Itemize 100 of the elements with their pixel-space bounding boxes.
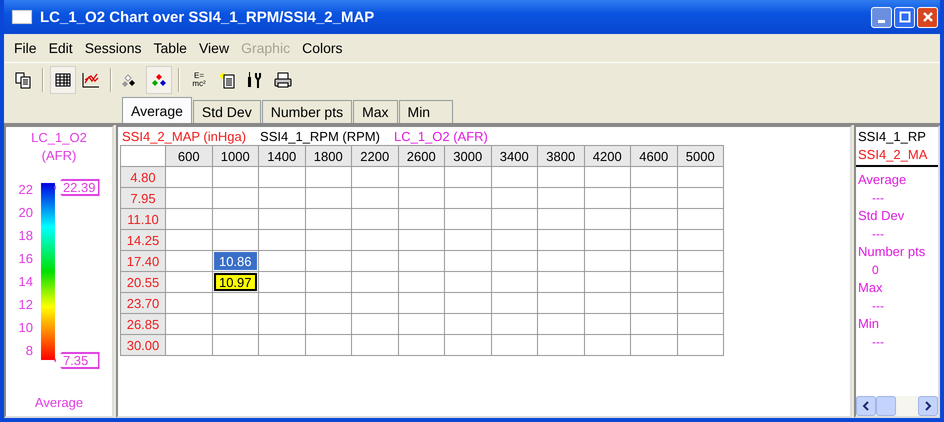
- table-cell[interactable]: [259, 293, 306, 314]
- table-cell[interactable]: [166, 230, 212, 251]
- table-cell[interactable]: [538, 209, 584, 230]
- table-cell[interactable]: [492, 335, 538, 356]
- table-cell[interactable]: [259, 251, 306, 272]
- table-cell[interactable]: [212, 293, 259, 314]
- table-cell[interactable]: [678, 230, 724, 251]
- table-cell[interactable]: [398, 188, 445, 209]
- table-cell[interactable]: [538, 272, 584, 293]
- menu-item[interactable]: Colors: [296, 40, 349, 56]
- table-cell[interactable]: [445, 167, 492, 188]
- table-cell[interactable]: [259, 188, 306, 209]
- table-cell[interactable]: [631, 251, 678, 272]
- table-cell[interactable]: [306, 209, 352, 230]
- table-cell[interactable]: [584, 209, 631, 230]
- table-cell[interactable]: [212, 167, 259, 188]
- table-cell[interactable]: [352, 188, 398, 209]
- table-cell[interactable]: [212, 188, 259, 209]
- table-cell[interactable]: [445, 293, 492, 314]
- table-cell[interactable]: [492, 251, 538, 272]
- scroll-right-button[interactable]: [918, 396, 938, 416]
- table-cell[interactable]: [398, 335, 445, 356]
- menu-item[interactable]: View: [192, 40, 236, 56]
- table-cell[interactable]: [445, 209, 492, 230]
- table-cell[interactable]: [584, 314, 631, 335]
- table-cell[interactable]: [631, 188, 678, 209]
- table-cell[interactable]: [538, 335, 584, 356]
- table-cell[interactable]: [678, 167, 724, 188]
- table-cell[interactable]: [492, 209, 538, 230]
- table-cell[interactable]: [445, 335, 492, 356]
- tab[interactable]: Number pts: [262, 100, 352, 123]
- table-cell[interactable]: [166, 167, 212, 188]
- table-cell[interactable]: [352, 209, 398, 230]
- table-cell[interactable]: [259, 272, 306, 293]
- table-cell[interactable]: [352, 272, 398, 293]
- table-cell[interactable]: [631, 272, 678, 293]
- table-cell[interactable]: [398, 272, 445, 293]
- table-cell[interactable]: [584, 293, 631, 314]
- table-cell[interactable]: [678, 188, 724, 209]
- table-cell[interactable]: [212, 335, 259, 356]
- color-dots-icon[interactable]: [146, 66, 172, 94]
- table-cell[interactable]: [398, 314, 445, 335]
- table-cell[interactable]: [492, 167, 538, 188]
- table-cell[interactable]: [445, 251, 492, 272]
- table-cell[interactable]: [631, 167, 678, 188]
- table-cell[interactable]: [306, 293, 352, 314]
- table-cell[interactable]: [631, 209, 678, 230]
- table-cell[interactable]: [166, 293, 212, 314]
- table-cell[interactable]: [306, 272, 352, 293]
- table-cell[interactable]: [445, 188, 492, 209]
- table-cell[interactable]: [492, 293, 538, 314]
- table-cell[interactable]: [398, 293, 445, 314]
- table-cell[interactable]: [538, 188, 584, 209]
- menu-item[interactable]: File: [8, 40, 43, 56]
- table-cell[interactable]: [352, 251, 398, 272]
- table-cell[interactable]: [631, 314, 678, 335]
- table-cell[interactable]: [166, 272, 212, 293]
- table-cell[interactable]: [259, 335, 306, 356]
- table-cell[interactable]: [166, 188, 212, 209]
- table-cell[interactable]: [212, 230, 259, 251]
- table-cell[interactable]: [306, 188, 352, 209]
- table-cell[interactable]: [259, 230, 306, 251]
- maximize-button[interactable]: [894, 6, 915, 28]
- table-cell[interactable]: [631, 335, 678, 356]
- table-cell[interactable]: [584, 272, 631, 293]
- table-cell[interactable]: [166, 251, 212, 272]
- table-cell[interactable]: [445, 314, 492, 335]
- table-cell[interactable]: [259, 167, 306, 188]
- table-cell[interactable]: [445, 230, 492, 251]
- table-cell[interactable]: [398, 167, 445, 188]
- table-cell[interactable]: [584, 188, 631, 209]
- table-cell[interactable]: [352, 230, 398, 251]
- menu-item[interactable]: Sessions: [78, 40, 148, 56]
- table-cell[interactable]: [492, 188, 538, 209]
- scroll-thumb[interactable]: [876, 396, 896, 416]
- table-cell[interactable]: [538, 230, 584, 251]
- table-cell[interactable]: [398, 230, 445, 251]
- tab[interactable]: Std Dev: [192, 100, 261, 123]
- table-cell[interactable]: [445, 272, 492, 293]
- table-cell[interactable]: [538, 167, 584, 188]
- scroll-left-button[interactable]: [856, 396, 876, 416]
- tab[interactable]: Min: [398, 100, 454, 123]
- table-cell[interactable]: [584, 167, 631, 188]
- table-cell[interactable]: [306, 251, 352, 272]
- table-cell[interactable]: [678, 314, 724, 335]
- table-cell[interactable]: [678, 335, 724, 356]
- table-cell[interactable]: [306, 314, 352, 335]
- table-cell[interactable]: [584, 230, 631, 251]
- table-cell[interactable]: [259, 314, 306, 335]
- table-cell[interactable]: [538, 314, 584, 335]
- table-cell[interactable]: [306, 230, 352, 251]
- table-cell[interactable]: [398, 209, 445, 230]
- table-cell[interactable]: [306, 335, 352, 356]
- minimize-button[interactable]: [871, 6, 892, 28]
- table-cell[interactable]: [166, 314, 212, 335]
- table-cell[interactable]: [678, 209, 724, 230]
- table-cell[interactable]: [631, 293, 678, 314]
- tab[interactable]: Average: [122, 97, 192, 123]
- table-cell[interactable]: [398, 251, 445, 272]
- table-cell[interactable]: [631, 230, 678, 251]
